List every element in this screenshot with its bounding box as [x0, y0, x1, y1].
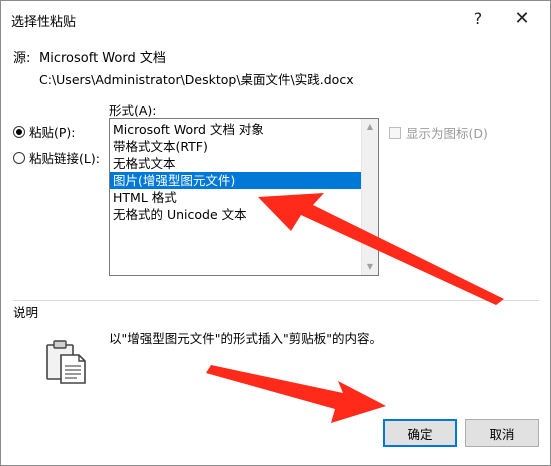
scroll-up-icon[interactable]: ▲	[362, 119, 378, 135]
format-list: Microsoft Word 文档 对象 带格式文本(RTF) 无格式文本 图片…	[110, 121, 361, 223]
format-item-picture-emf[interactable]: 图片(增强型图元文件)	[110, 172, 361, 189]
scroll-down-icon[interactable]: ▼	[362, 259, 378, 275]
close-button[interactable]: ✕	[505, 3, 539, 33]
cancel-button[interactable]: 取消	[465, 419, 539, 447]
format-list-scrollbar[interactable]: ▲ ▼	[361, 119, 378, 275]
section-divider	[13, 300, 539, 301]
paste-radio-label: 粘贴(P):	[29, 125, 76, 140]
display-as-icon-checkbox[interactable]	[389, 126, 401, 139]
paste-radio[interactable]	[13, 125, 25, 138]
source-label: 源:	[13, 51, 31, 66]
paste-radio-option[interactable]: 粘贴(P):	[13, 122, 76, 141]
description-text: 以"增强型图元文件"的形式插入"剪贴板"的内容。	[109, 331, 382, 346]
format-item-unicode-text[interactable]: 无格式的 Unicode 文本	[110, 206, 361, 223]
format-item-html[interactable]: HTML 格式	[110, 189, 361, 206]
paste-special-dialog: 选择性粘贴 ? ✕ 源: Microsoft Word 文档 C:\Users\…	[0, 0, 551, 466]
format-item-plain-text[interactable]: 无格式文本	[110, 155, 361, 172]
format-listbox[interactable]: Microsoft Word 文档 对象 带格式文本(RTF) 无格式文本 图片…	[109, 118, 379, 276]
source-name: Microsoft Word 文档	[39, 51, 166, 66]
format-item-rtf[interactable]: 带格式文本(RTF)	[110, 138, 361, 155]
dialog-title: 选择性粘贴	[11, 15, 77, 30]
display-as-icon-option[interactable]: 显示为图标(D)	[389, 123, 488, 142]
format-label: 形式(A):	[109, 103, 157, 118]
paste-link-radio-option[interactable]: 粘贴链接(L):	[13, 148, 100, 167]
paste-link-radio-label: 粘贴链接(L):	[29, 151, 100, 166]
help-button[interactable]: ?	[461, 3, 495, 33]
source-path: C:\Users\Administrator\Desktop\桌面文件\实践.d…	[39, 72, 354, 87]
ok-button[interactable]: 确定	[383, 419, 457, 447]
paste-link-radio[interactable]	[13, 151, 25, 164]
format-item-word-object[interactable]: Microsoft Word 文档 对象	[110, 121, 361, 138]
display-as-icon-label: 显示为图标(D)	[406, 126, 488, 141]
clipboard-icon	[46, 340, 86, 384]
arrow-to-ok-button	[206, 365, 386, 423]
description-label: 说明	[13, 305, 39, 320]
